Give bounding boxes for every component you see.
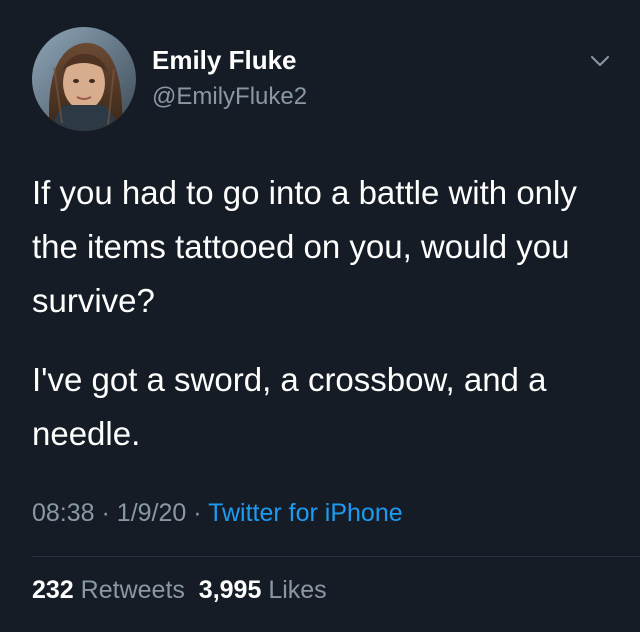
user-handle[interactable]: @EmilyFluke2 (152, 83, 307, 111)
likes-stat[interactable]: 3,995 Likes (199, 576, 327, 604)
display-name[interactable]: Emily Fluke (152, 45, 297, 76)
likes-count: 3,995 (198, 576, 262, 604)
tweet-date[interactable]: 1/9/20 (117, 499, 187, 527)
tweet-card: Emily Fluke @EmilyFluke2 If you had to g… (0, 0, 640, 632)
meta-separator: · (101, 499, 110, 527)
meta-separator: · (193, 499, 202, 527)
tweet-time[interactable]: 08:38 (32, 499, 95, 527)
avatar-photo (32, 27, 136, 131)
avatar[interactable] (32, 27, 136, 131)
tweet-metadata: 08:38 · 1/9/20 · Twitter for iPhone (32, 499, 403, 528)
tweet-text-paragraph: I've got a sword, a crossbow, and a need… (32, 361, 547, 452)
likes-label: Likes (268, 576, 327, 604)
chevron-down-icon[interactable] (589, 52, 611, 70)
divider (32, 556, 640, 557)
retweets-label: Retweets (80, 576, 185, 604)
tweet-source-link[interactable]: Twitter for iPhone (208, 499, 403, 527)
engagement-stats: 232 Retweets 3,995 Likes (32, 576, 327, 605)
retweets-stat[interactable]: 232 Retweets (32, 576, 185, 604)
tweet-text-paragraph: If you had to go into a battle with only… (32, 174, 577, 319)
retweets-count: 232 (32, 576, 74, 604)
